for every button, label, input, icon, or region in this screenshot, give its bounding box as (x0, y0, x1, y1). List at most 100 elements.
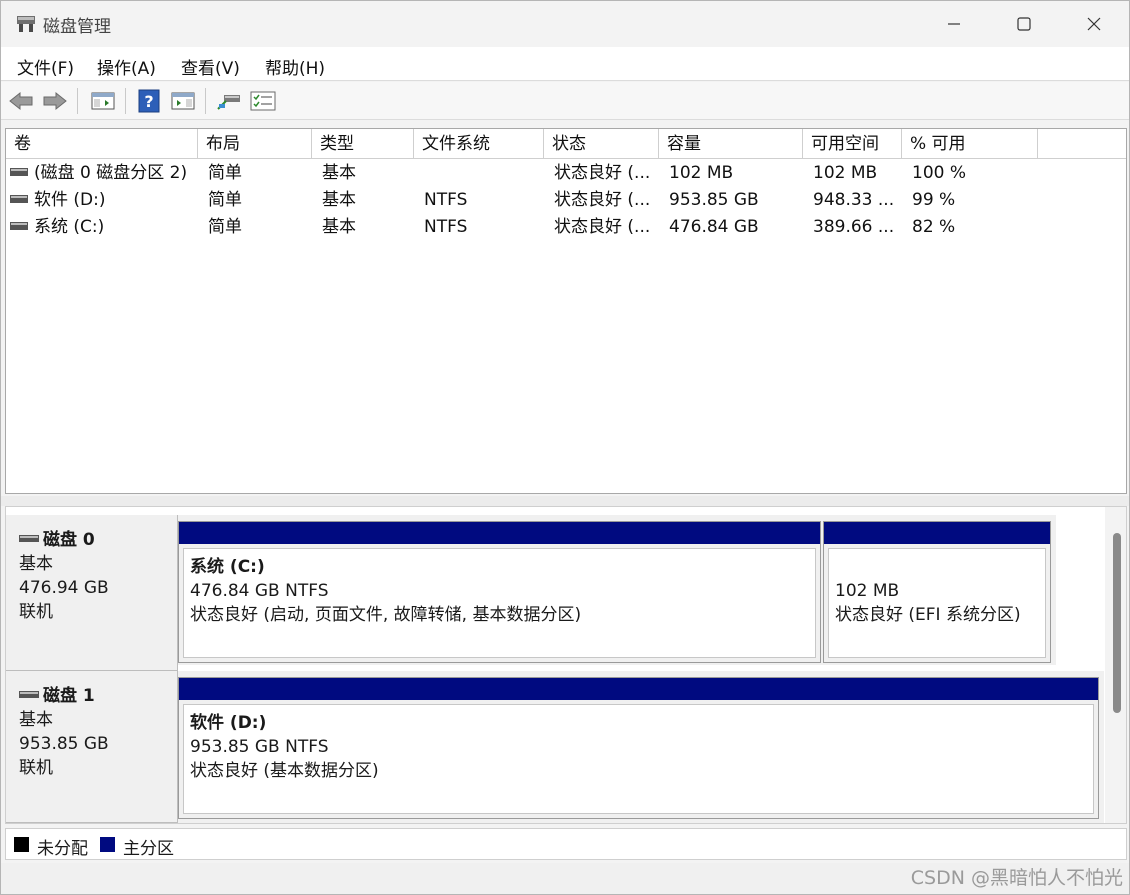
partition-name (835, 555, 1045, 579)
partition-software-d[interactable]: 软件 (D:) 953.85 GB NTFS 状态良好 (基本数据分区) (178, 677, 1099, 819)
disk-management-app-icon (15, 13, 37, 33)
cell-free-space: 102 MB (813, 163, 878, 183)
cell-layout: 简单 (208, 217, 242, 237)
partition-body: 系统 (C:) 476.84 GB NTFS 状态良好 (启动, 页面文件, 故… (183, 548, 816, 658)
legend-label-unallocated: 未分配 (37, 839, 88, 859)
connect-disk-button[interactable] (215, 88, 243, 114)
disk-size: 476.94 GB (19, 578, 109, 598)
legend-swatch-unallocated (14, 837, 29, 852)
partition-body: 102 MB 状态良好 (EFI 系统分区) (828, 548, 1046, 658)
disk-1-partitions: 软件 (D:) 953.85 GB NTFS 状态良好 (基本数据分区) (178, 671, 1104, 823)
disk-graphical-view: 磁盘 0 基本 476.94 GB 联机 系统 (C:) 476.84 GB N… (5, 506, 1127, 824)
toolbar-separator (205, 88, 206, 114)
disk-0-label[interactable]: 磁盘 0 基本 476.94 GB 联机 (6, 515, 178, 671)
close-icon (1087, 17, 1101, 31)
col-layout[interactable]: 布局 (198, 129, 312, 159)
col-volume[interactable]: 卷 (6, 129, 198, 159)
cell-status: 状态良好 (... (554, 217, 651, 237)
cell-type: 基本 (322, 190, 356, 210)
toolbar-separator (77, 88, 78, 114)
col-capacity[interactable]: 容量 (659, 129, 803, 159)
cell-free-space: 389.66 ... (813, 217, 895, 237)
console-tree-icon (91, 92, 115, 110)
close-button[interactable] (1059, 1, 1129, 47)
partition-status: 状态良好 (启动, 页面文件, 故障转储, 基本数据分区) (190, 605, 582, 625)
window-title: 磁盘管理 (43, 17, 111, 37)
cell-volume: 系统 (C:) (6, 214, 198, 241)
cell-percent-free: 100 % (912, 163, 967, 183)
volume-icon (10, 167, 28, 176)
col-filesystem[interactable]: 文件系统 (414, 129, 544, 159)
volume-icon (10, 221, 28, 230)
legend-label-primary: 主分区 (123, 839, 174, 859)
menu-file[interactable]: 文件(F) (17, 54, 74, 79)
volume-name: 软件 (D:) (34, 190, 106, 210)
cell-capacity: 953.85 GB (669, 190, 759, 210)
partition-size: 953.85 GB NTFS (190, 737, 329, 757)
back-arrow-icon (9, 91, 33, 111)
partition-efi[interactable]: 102 MB 状态良好 (EFI 系统分区) (823, 521, 1051, 663)
partition-system-c[interactable]: 系统 (C:) 476.84 GB NTFS 状态良好 (启动, 页面文件, 故… (178, 521, 821, 663)
partition-name: 系统 (C:) (190, 557, 265, 577)
console-tree-button[interactable] (89, 88, 117, 114)
cell-type: 基本 (322, 217, 356, 237)
help-button[interactable]: ? (135, 88, 163, 114)
cell-capacity: 102 MB (669, 163, 734, 183)
partition-size: 102 MB (835, 581, 900, 601)
cell-status: 状态良好 (... (554, 163, 651, 183)
menu-action[interactable]: 操作(A) (97, 54, 156, 79)
primary-partition-bar (179, 522, 820, 544)
disk-icon (19, 534, 39, 542)
disk-state: 联机 (19, 758, 53, 778)
cell-layout: 简单 (208, 190, 242, 210)
cell-filesystem: NTFS (424, 217, 468, 237)
help-icon: ? (138, 89, 160, 113)
toolbar-separator (125, 88, 126, 114)
forward-button[interactable] (41, 88, 69, 114)
properties-icon (250, 91, 276, 111)
legend-swatch-primary (100, 837, 115, 852)
partition-name: 软件 (D:) (190, 713, 267, 733)
pane-splitter[interactable] (1, 496, 1129, 506)
volume-icon (10, 194, 28, 203)
minimize-icon (948, 23, 960, 25)
col-status[interactable]: 状态 (544, 129, 659, 159)
partition-size: 476.84 GB NTFS (190, 581, 329, 601)
col-type[interactable]: 类型 (312, 129, 414, 159)
maximize-button[interactable] (989, 1, 1059, 47)
maximize-icon (1017, 17, 1031, 31)
menu-help[interactable]: 帮助(H) (265, 54, 325, 79)
disk-management-window: 磁盘管理 文件(F) 操作(A) 查看(V) 帮助(H) ? 卷 布局 类型 文… (0, 0, 1130, 895)
primary-partition-bar (824, 522, 1050, 544)
cell-percent-free: 99 % (912, 190, 956, 210)
table-row[interactable]: 软件 (D:) 简单 基本 NTFS 状态良好 (... 953.85 GB 9… (6, 187, 1126, 214)
cell-filesystem (416, 160, 544, 187)
forward-arrow-icon (43, 91, 67, 111)
table-row[interactable]: (磁盘 0 磁盘分区 2) 简单 基本 状态良好 (... 102 MB 102… (6, 160, 1126, 187)
partition-status: 状态良好 (EFI 系统分区) (835, 605, 1021, 625)
watermark-text: CSDN @黑暗怕人不怕光 (910, 867, 1123, 889)
disk-name: 磁盘 0 (43, 530, 95, 550)
col-free-space[interactable]: 可用空间 (803, 129, 902, 159)
toolbar: ? (1, 82, 1129, 120)
disk-0-partitions: 系统 (C:) 476.84 GB NTFS 状态良好 (启动, 页面文件, 故… (178, 515, 1056, 665)
menu-bar: 文件(F) 操作(A) 查看(V) 帮助(H) (1, 47, 1129, 81)
properties-button[interactable] (249, 88, 277, 114)
primary-partition-bar (179, 678, 1098, 700)
partition-status: 状态良好 (基本数据分区) (190, 761, 379, 781)
disk-type: 基本 (19, 710, 53, 730)
disk-1-label[interactable]: 磁盘 1 基本 953.85 GB 联机 (6, 671, 178, 823)
menu-view[interactable]: 查看(V) (181, 54, 240, 79)
disk-type: 基本 (19, 554, 53, 574)
table-row[interactable]: 系统 (C:) 简单 基本 NTFS 状态良好 (... 476.84 GB 3… (6, 214, 1126, 241)
volume-name: (磁盘 0 磁盘分区 2) (34, 163, 188, 183)
cell-volume: (磁盘 0 磁盘分区 2) (6, 160, 198, 187)
cell-free-space: 948.33 ... (813, 190, 895, 210)
legend: 未分配 主分区 (5, 828, 1127, 860)
action-pane-button[interactable] (169, 88, 197, 114)
action-pane-icon (171, 92, 195, 110)
col-percent-free[interactable]: % 可用 (902, 129, 1038, 159)
back-button[interactable] (7, 88, 35, 114)
minimize-button[interactable] (919, 1, 989, 47)
scrollbar-thumb[interactable] (1113, 533, 1121, 713)
